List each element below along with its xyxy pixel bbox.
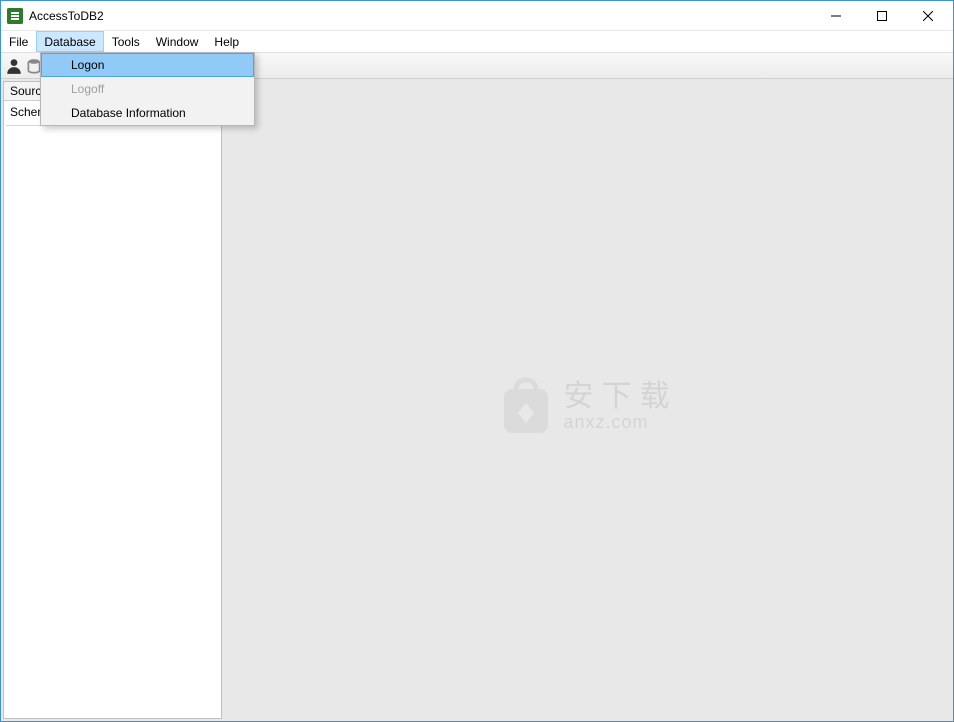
watermark-cn: 安下载 bbox=[564, 382, 678, 412]
menubar: File Database Tools Window Help bbox=[1, 31, 953, 53]
toolbar-user-icon[interactable] bbox=[5, 57, 23, 75]
window-title: AccessToDB2 bbox=[29, 9, 813, 23]
watermark-bag-icon bbox=[498, 377, 554, 437]
app-window: AccessToDB2 File Database Tools Window H… bbox=[0, 0, 954, 722]
menu-database[interactable]: Database bbox=[36, 31, 103, 52]
watermark: 安下载 anxz.com bbox=[498, 377, 678, 437]
right-panel: 安下载 anxz.com bbox=[224, 81, 951, 719]
menu-file[interactable]: File bbox=[1, 31, 36, 52]
minimize-button[interactable] bbox=[813, 2, 859, 30]
left-panel: Source Schema bbox=[3, 81, 222, 719]
menu-tools[interactable]: Tools bbox=[104, 31, 148, 52]
close-button[interactable] bbox=[905, 2, 951, 30]
menu-item-database-information[interactable]: Database Information bbox=[41, 101, 254, 125]
window-controls bbox=[813, 2, 951, 30]
menu-window[interactable]: Window bbox=[148, 31, 207, 52]
maximize-button[interactable] bbox=[859, 2, 905, 30]
titlebar: AccessToDB2 bbox=[1, 1, 953, 31]
content-area: Source Schema 安下载 anxz.com bbox=[1, 79, 953, 721]
watermark-en: anxz.com bbox=[564, 412, 678, 433]
watermark-text: 安下载 anxz.com bbox=[564, 382, 678, 433]
menu-help[interactable]: Help bbox=[206, 31, 247, 52]
database-dropdown: Logon Logoff Database Information bbox=[40, 52, 255, 126]
menu-item-logoff: Logoff bbox=[41, 77, 254, 101]
menu-item-logon[interactable]: Logon bbox=[41, 53, 254, 77]
tree-area[interactable] bbox=[6, 125, 219, 716]
app-icon bbox=[7, 8, 23, 24]
